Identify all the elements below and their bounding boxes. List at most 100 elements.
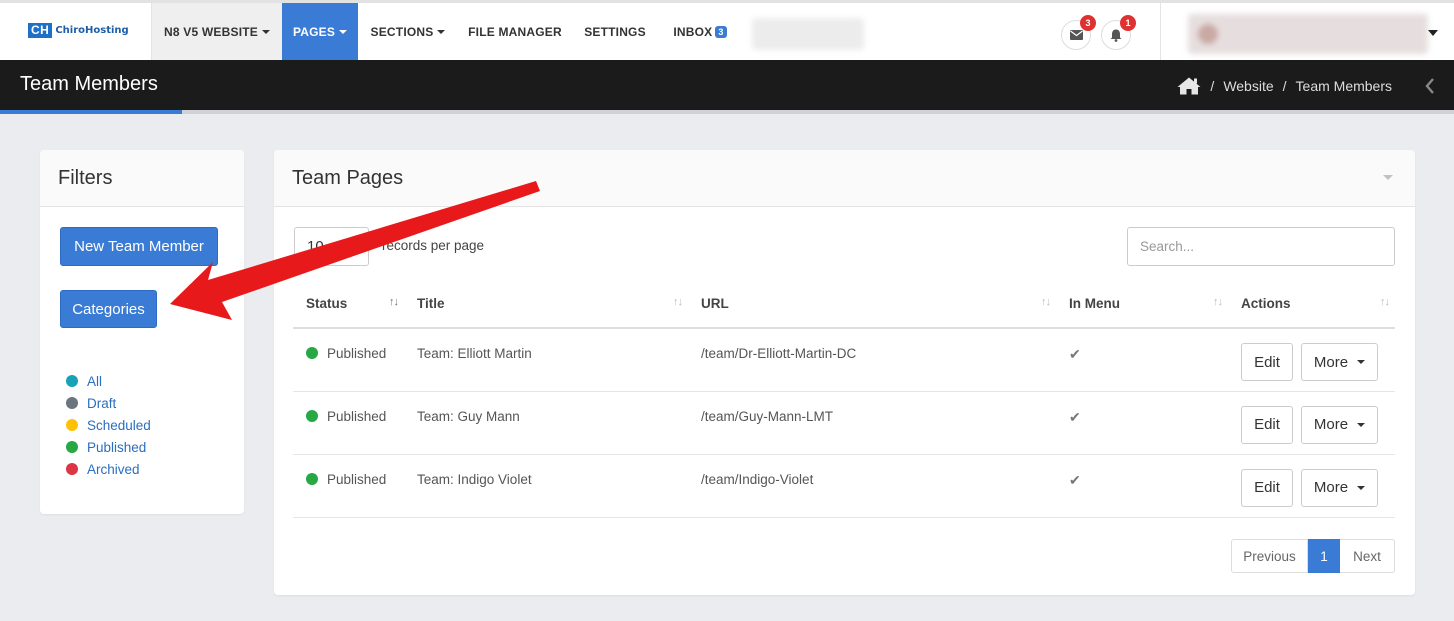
breadcrumb-website[interactable]: Website [1223,78,1273,94]
blurred-nav-item [752,18,864,50]
status-text: Published [327,408,387,424]
nav-settings-label: SETTINGS [584,24,646,39]
user-account-blurred[interactable] [1188,14,1428,54]
status-cell: Published [293,454,404,518]
published-status-dot [306,347,318,359]
status-filter-archived[interactable]: Archived [66,458,151,480]
panel-collapse-icon[interactable] [1383,175,1393,180]
nav-inbox-label: INBOX [673,24,713,39]
team-pages-title-text: Team Pages [292,166,404,189]
actions-cell: Edit More [1228,391,1395,455]
status-filter-label: Archived [87,461,140,477]
chevron-down-icon [339,30,348,34]
more-dropdown-button[interactable]: More [1301,343,1378,381]
edit-button[interactable]: Edit [1241,468,1293,507]
sort-icon: ↑↓ [1213,296,1223,308]
status-filter-all[interactable]: All [66,370,151,392]
table-row: Published Team: Guy Mann /team/Guy-Mann-… [293,391,1395,455]
nav-website-dropdown[interactable]: N8 V5 WEBSITE [152,3,282,60]
more-dropdown-button[interactable]: More [1301,405,1378,444]
nav-settings[interactable]: SETTINGS [572,3,658,60]
nav-sections-dropdown[interactable]: SECTIONS [358,3,458,60]
status-dot [66,463,78,475]
checkmark-icon: ✔ [1069,346,1081,362]
actions-cell: Edit More [1228,454,1395,518]
more-label: More [1313,416,1349,433]
status-filter-published[interactable]: Published [66,436,151,458]
sort-icon: ↑↓ [389,296,399,308]
chevron-down-icon [437,30,446,34]
column-label: Title [417,296,445,311]
team-pages-panel: Team Pages 10 records per page Status ↑↓ … [274,150,1415,595]
team-pages-table: Status ↑↓ Title ↑↓ URL ↑↓ In Menu ↑↓ Actions… [293,280,1395,518]
column-header-status[interactable]: Status ↑↓ [293,280,404,329]
url-cell: /team/Dr-Elliott-Martin-DC [688,328,1056,392]
home-icon[interactable] [1177,77,1201,95]
status-filter-label: Published [87,439,147,455]
chevron-down-icon [1357,485,1366,490]
records-per-page-select[interactable]: 10 [294,227,369,266]
status-filter-scheduled[interactable]: Scheduled [66,414,151,436]
published-status-dot [306,409,318,422]
filters-title: Filters [40,150,244,207]
chevron-down-icon [1357,360,1366,364]
nav-file-manager[interactable]: FILE MANAGER [458,3,572,60]
edit-button[interactable]: Edit [1241,343,1293,381]
url-cell: /team/Indigo-Violet [688,454,1056,518]
chevron-down-icon [1357,422,1366,427]
in-menu-cell: ✔ [1056,454,1228,518]
new-team-member-button[interactable]: New Team Member [60,227,218,266]
column-header-in-menu[interactable]: In Menu ↑↓ [1056,280,1228,329]
status-cell: Published [293,328,404,392]
logo-text: ChiroHosting [55,25,129,36]
nav-sections-label: SECTIONS [370,24,434,39]
checkmark-icon: ✔ [1069,471,1081,488]
nav-inbox[interactable]: INBOX 3 [658,3,742,60]
actions-cell: Edit More [1228,328,1395,392]
messages-button[interactable]: 3 [1061,15,1096,50]
status-filter-draft[interactable]: Draft [66,392,151,414]
more-label: More [1313,479,1349,496]
pagination-next[interactable]: Next [1340,539,1395,573]
sort-icon: ↑↓ [673,296,683,308]
breadcrumb: / Website / Team Members [1177,77,1392,95]
more-label: More [1313,353,1349,371]
title-cell: Team: Elliott Martin [404,328,688,392]
breadcrumb-separator: / [1210,78,1215,94]
team-pages-title: Team Pages [274,150,1415,207]
edit-button[interactable]: Edit [1241,405,1293,444]
column-label: Status [306,296,348,311]
table-header-row: Status ↑↓ Title ↑↓ URL ↑↓ In Menu ↑↓ Actions… [293,280,1395,329]
in-menu-cell: ✔ [1056,328,1228,392]
search-input[interactable] [1127,227,1395,266]
pagination-page-1[interactable]: 1 [1308,539,1340,573]
categories-button[interactable]: Categories [60,290,157,328]
envelope-icon [1069,30,1083,40]
breadcrumb-separator: / [1282,78,1287,94]
bell-icon [1110,29,1122,42]
url-cell: /team/Guy-Mann-LMT [688,391,1056,455]
pagination-previous[interactable]: Previous [1231,539,1308,573]
records-per-page-label: records per page [382,238,485,253]
chevron-down-icon[interactable] [1428,30,1438,36]
logo-mark: CH [28,23,53,38]
chevron-left-icon[interactable] [1424,77,1436,95]
inbox-count-badge: 3 [715,25,727,38]
published-status-dot [306,472,318,485]
column-header-title[interactable]: Title ↑↓ [404,280,688,329]
in-menu-cell: ✔ [1056,391,1228,455]
breadcrumb-team-members: Team Members [1295,78,1392,94]
column-header-actions[interactable]: Actions ↑↓ [1228,280,1395,329]
more-dropdown-button[interactable]: More [1301,468,1378,507]
table-row: Published Team: Elliott Martin /team/Dr-… [293,328,1395,392]
chirohosting-logo[interactable]: CH ChiroHosting [28,23,129,38]
status-filter-label: Scheduled [87,417,151,433]
page-title: Team Members [20,73,158,95]
messages-count-badge: 3 [1080,15,1096,31]
status-filter-label: Draft [87,395,117,411]
column-label: Actions [1241,296,1291,311]
nav-pages-dropdown[interactable]: PAGES [282,3,358,60]
column-header-url[interactable]: URL ↑↓ [688,280,1056,329]
notifications-button[interactable]: 1 [1101,15,1136,50]
status-text: Published [327,346,387,361]
